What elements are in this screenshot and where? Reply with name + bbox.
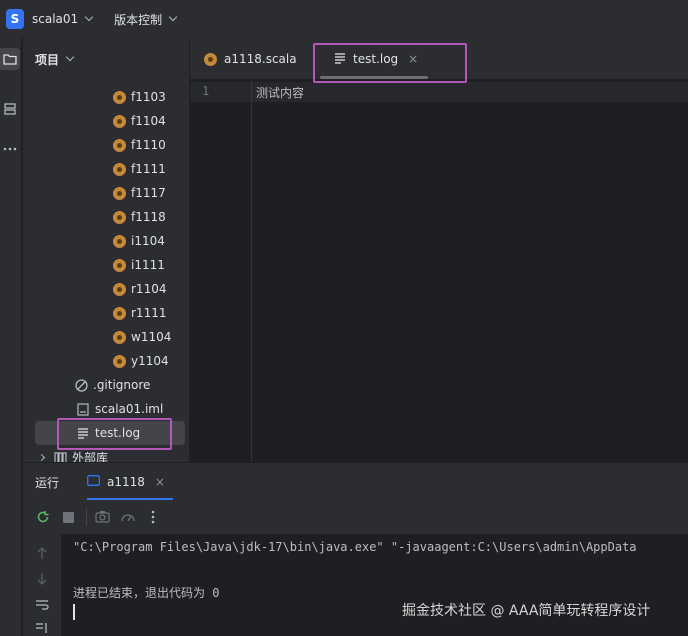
chevron-down-icon[interactable] [84, 12, 94, 22]
tab-a1118-scala[interactable]: a1118.scala [204, 38, 297, 80]
soft-wrap-icon[interactable] [35, 599, 49, 614]
tree-item[interactable]: y1104 [113, 349, 169, 373]
project-name[interactable]: scala01 [32, 12, 78, 26]
tree-item-label: .gitignore [93, 378, 151, 392]
title-bar: S scala01 版本控制 [0, 0, 688, 38]
line-number: 1 [202, 84, 210, 98]
tab-label: a1118.scala [224, 52, 297, 66]
console-line: "C:\Program Files\Java\jdk-17\bin\java.e… [73, 540, 637, 554]
tree-item[interactable]: i1104 [113, 229, 165, 253]
tree-item-label: i1111 [131, 258, 165, 272]
structure-icon[interactable] [0, 98, 20, 120]
toolbar-divider [86, 508, 87, 526]
chevron-down-icon[interactable] [168, 12, 178, 22]
tree-item-label: f1104 [131, 114, 166, 128]
stop-icon[interactable] [63, 512, 74, 523]
scala-object-icon [113, 306, 126, 320]
tree-item[interactable]: w1104 [113, 325, 171, 349]
tree-item-label: r1104 [131, 282, 167, 296]
tree-item[interactable]: r1111 [113, 301, 166, 325]
more-vertical-icon[interactable] [151, 510, 155, 527]
rerun-icon[interactable] [36, 510, 50, 527]
tree-item-label: f1117 [131, 186, 166, 200]
tree-item[interactable]: f1111 [113, 157, 166, 181]
tree-item-label: 外部库 [72, 450, 109, 463]
tree-item-label: f1103 [131, 90, 166, 104]
run-toolbar [23, 500, 688, 534]
project-panel-header[interactable]: 项目 [23, 38, 189, 80]
scala-object-icon [113, 114, 126, 128]
tree-item-label: y1104 [131, 354, 169, 368]
scala-object-icon [113, 210, 126, 224]
tree-item[interactable]: r1104 [113, 277, 166, 301]
tree-item-label: w1104 [131, 330, 172, 344]
tree-item[interactable]: f1117 [113, 181, 166, 205]
vcs-menu[interactable]: 版本控制 [114, 11, 162, 28]
folder-icon[interactable] [0, 48, 20, 70]
annotation-box-editor-tab [313, 43, 467, 83]
run-side-toolbar [23, 534, 61, 636]
library-icon [54, 451, 67, 462]
tree-item[interactable]: i1111 [113, 253, 165, 277]
text-caret [73, 604, 75, 620]
run-tab-label: a1118 [107, 475, 145, 489]
tree-item-label: f1111 [131, 162, 166, 176]
scala-object-icon [113, 258, 126, 272]
tree-item-label: r1111 [131, 306, 167, 320]
close-icon[interactable]: × [155, 475, 165, 489]
scala-object-icon [113, 234, 126, 248]
ignored-file-icon [75, 378, 88, 392]
project-badge[interactable]: S [6, 9, 24, 29]
scroll-to-end-icon[interactable] [35, 622, 49, 636]
scala-object-icon [113, 354, 126, 368]
scala-object-icon [113, 162, 126, 176]
scala-object-icon [113, 186, 126, 200]
profiler-icon[interactable] [120, 510, 136, 527]
project-panel-title: 项目 [35, 52, 60, 67]
arrow-down-icon[interactable] [36, 572, 48, 589]
tree-item[interactable]: f1110 [113, 133, 166, 157]
console-output[interactable]: "C:\Program Files\Java\jdk-17\bin\java.e… [61, 534, 688, 636]
project-panel: 项目 f1103 f1104 f1110 f1111 f1117 f1118 i… [23, 38, 189, 462]
run-panel-header: 运行 a1118 × [23, 462, 688, 501]
more-icon[interactable] [0, 138, 20, 160]
tree-item-label: f1118 [131, 210, 166, 224]
tree-item-label: f1110 [131, 138, 166, 152]
console-line: 进程已结束，退出代码为 0 [73, 586, 220, 600]
arrow-up-icon[interactable] [36, 546, 48, 563]
editor-line-1[interactable]: 测试内容 [256, 84, 304, 101]
tree-item[interactable]: f1118 [113, 205, 166, 229]
run-config-icon [87, 475, 100, 489]
annotation-box-tree-item [57, 418, 172, 450]
tree-item[interactable]: f1104 [113, 109, 166, 133]
camera-icon[interactable] [95, 510, 110, 526]
scala-object-icon [113, 330, 126, 344]
chevron-right-icon[interactable] [37, 453, 46, 461]
tree-item-label: scala01.iml [95, 402, 164, 416]
watermark: 掘金技术社区 @ AAA简单玩转程序设计 [402, 603, 651, 619]
run-panel-title[interactable]: 运行 [35, 474, 59, 491]
editor-area[interactable]: 1 测试内容 [190, 80, 688, 462]
scala-object-icon [204, 52, 217, 66]
run-tab-a1118[interactable]: a1118 × [87, 463, 165, 501]
editor-gutter: 1 [190, 80, 252, 462]
tree-item[interactable]: .gitignore [75, 373, 150, 397]
module-file-icon [77, 402, 90, 416]
scala-object-icon [113, 90, 126, 104]
tree-item[interactable]: f1103 [113, 85, 166, 109]
scala-object-icon [113, 282, 126, 296]
tree-item-label: i1104 [131, 234, 165, 248]
scala-object-icon [113, 138, 126, 152]
tool-window-strip [0, 38, 22, 636]
chevron-down-icon[interactable] [65, 52, 75, 62]
